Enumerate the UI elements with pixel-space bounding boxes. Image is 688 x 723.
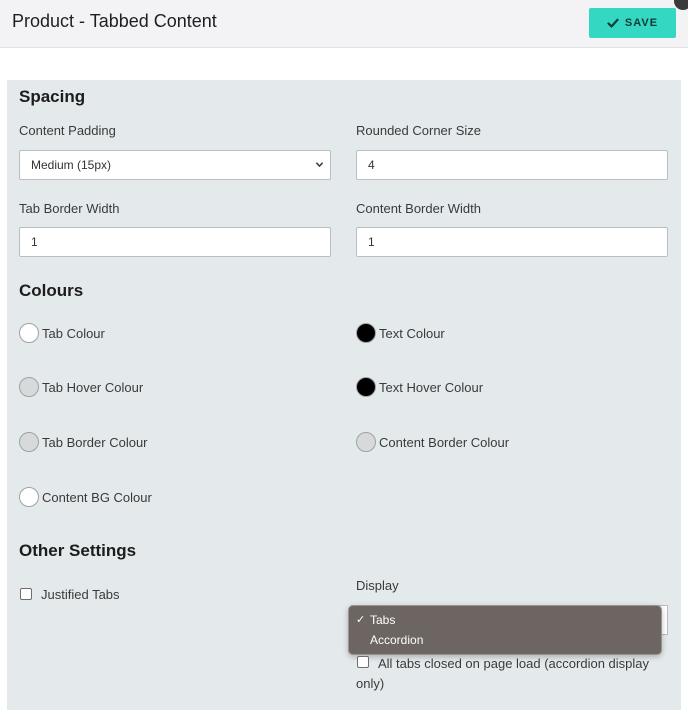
tab-border-colour-swatch[interactable]: [19, 432, 39, 452]
tab-hover-colour-label: Tab Hover Colour: [42, 380, 144, 395]
tab-colour-label: Tab Colour: [42, 326, 105, 341]
checkmark-icon: ✓: [356, 614, 366, 626]
content-border-width-input[interactable]: 1: [356, 227, 668, 257]
tab-border-colour-label: Tab Border Colour: [42, 435, 148, 450]
content-border-width-value: 1: [368, 235, 375, 249]
all-tabs-closed-text: All tabs closed on page load (accordion …: [356, 656, 650, 691]
save-button[interactable]: SAVE: [589, 8, 676, 38]
display-label: Display: [356, 578, 399, 593]
content-border-width-label: Content Border Width: [356, 201, 482, 216]
check-icon: [607, 18, 619, 28]
tab-border-width-value: 1: [31, 235, 38, 249]
content-border-colour-swatch[interactable]: [356, 432, 376, 452]
section-title-spacing: Spacing: [19, 87, 86, 106]
rounded-corner-input[interactable]: 4: [356, 150, 668, 180]
all-tabs-closed-label: All tabs closed on page load (accordion …: [356, 654, 666, 694]
text-hover-colour-swatch[interactable]: [356, 377, 376, 397]
display-dropdown-menu[interactable]: ✓ Tabs Accordion: [348, 605, 662, 655]
chevron-down-icon: [315, 162, 324, 168]
tab-border-width-label: Tab Border Width: [19, 201, 120, 216]
content-padding-label: Content Padding: [19, 123, 116, 138]
section-title-other-settings: Other Settings: [19, 541, 137, 560]
content-padding-value: Medium (15px): [31, 158, 112, 172]
text-colour-swatch[interactable]: [356, 323, 376, 343]
page-title: Product - Tabbed Content: [12, 11, 217, 31]
save-button-label: SAVE: [624, 17, 659, 29]
content-bg-colour-label: Content BG Colour: [42, 490, 152, 505]
justified-tabs-label: Justified Tabs: [41, 587, 120, 602]
top-header: Product - Tabbed Content SAVE: [0, 0, 688, 48]
content-padding-select[interactable]: Medium (15px): [19, 150, 331, 180]
justified-tabs-checkbox[interactable]: [20, 588, 32, 600]
content-bg-colour-swatch[interactable]: [19, 487, 39, 507]
dropdown-option-label: Tabs: [370, 613, 396, 627]
content-border-colour-label: Content Border Colour: [379, 435, 510, 450]
text-colour-label: Text Colour: [379, 326, 445, 341]
tab-hover-colour-swatch[interactable]: [19, 377, 39, 397]
tab-border-width-input[interactable]: 1: [19, 227, 331, 257]
dropdown-option-label: Accordion: [370, 633, 424, 647]
tab-colour-swatch[interactable]: [19, 323, 39, 343]
text-hover-colour-label: Text Hover Colour: [379, 380, 484, 395]
section-title-colours: Colours: [19, 281, 84, 300]
rounded-corner-value: 4: [368, 158, 375, 172]
rounded-corner-label: Rounded Corner Size: [356, 123, 482, 138]
